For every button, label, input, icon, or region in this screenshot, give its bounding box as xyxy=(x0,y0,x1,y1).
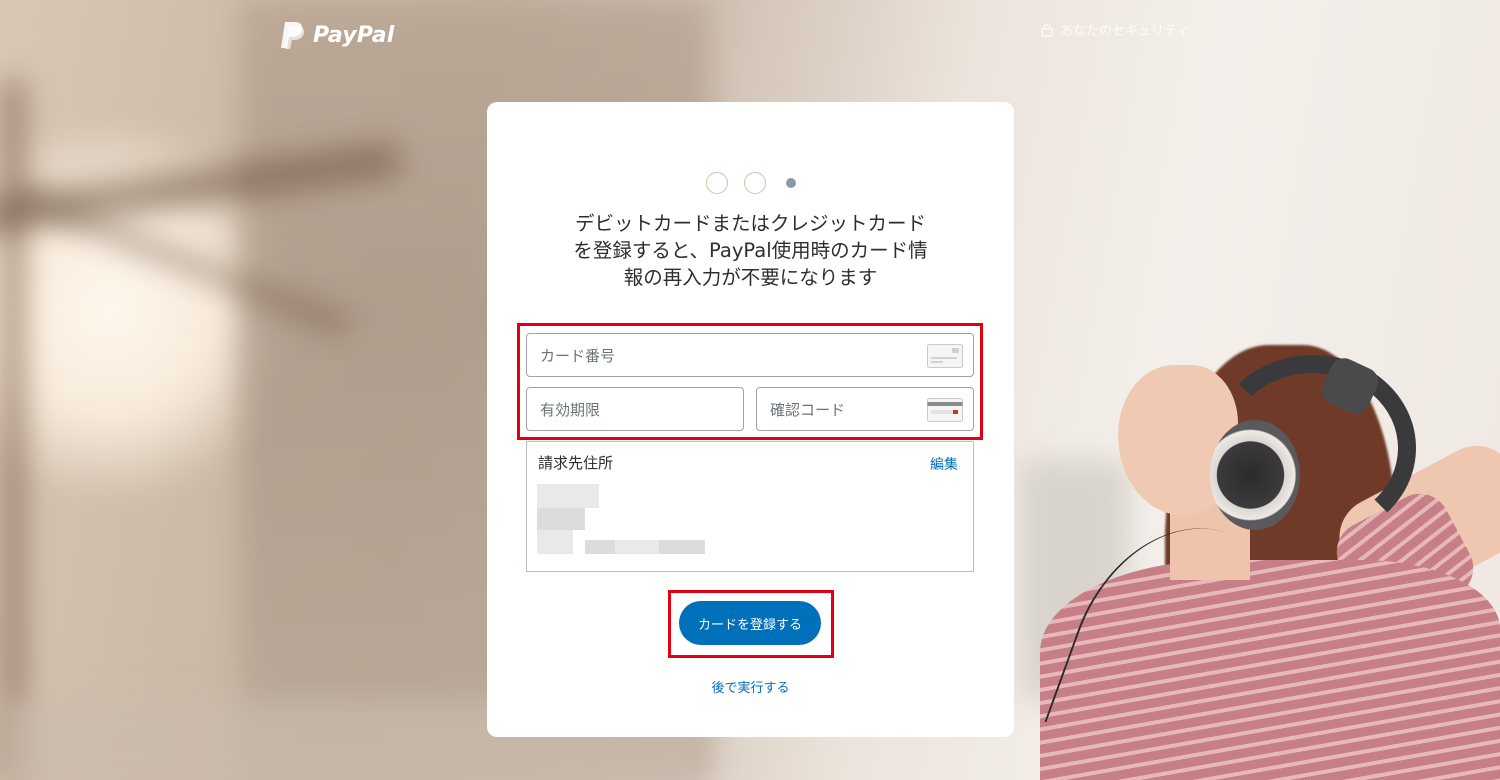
lock-icon xyxy=(1041,23,1053,37)
redacted-address xyxy=(689,540,705,554)
paypal-logo-icon xyxy=(281,22,305,49)
card-number-input[interactable]: カード番号 xyxy=(526,333,974,377)
expiry-placeholder: 有効期限 xyxy=(540,400,601,419)
skip-link: 後で実行する xyxy=(487,677,1014,696)
add-card-panel: デビットカードまたはクレジットカード を登録すると、PayPal使用時のカード情… xyxy=(487,102,1014,737)
billing-address-title: 請求先住所 xyxy=(538,454,614,472)
security-label: あなたのセキュリティ xyxy=(1060,24,1190,39)
redacted-address xyxy=(615,540,659,554)
redacted-address xyxy=(537,530,573,554)
add-card-button[interactable]: カードを登録する xyxy=(679,601,821,645)
page-title: デビットカードまたはクレジットカード を登録すると、PayPal使用時のカード情… xyxy=(547,210,954,291)
step-dot xyxy=(705,172,728,194)
credit-card-front-icon xyxy=(927,344,963,368)
card-number-placeholder: カード番号 xyxy=(540,346,616,365)
brand-name: PayPal xyxy=(313,22,395,48)
redacted-address xyxy=(537,484,599,508)
security-link[interactable]: あなたのセキュリティ xyxy=(1040,20,1189,39)
do-later-link[interactable]: 後で実行する xyxy=(711,681,789,696)
page: PayPal あなたのセキュリティ デビットカードまたはクレジットカード を登録… xyxy=(0,0,1500,780)
billing-address-box: 請求先住所 編集 xyxy=(526,441,974,572)
edit-address-link[interactable]: 編集 xyxy=(930,454,958,474)
redacted-address xyxy=(659,540,689,554)
title-line: デビットカードまたはクレジットカード xyxy=(574,212,926,235)
security-code-placeholder: 確認コード xyxy=(770,400,846,419)
redacted-address xyxy=(585,540,615,554)
step-dot xyxy=(743,172,766,194)
redacted-address xyxy=(537,508,585,530)
step-indicator xyxy=(487,172,1014,194)
paypal-logo[interactable]: PayPal xyxy=(279,20,395,50)
headphones-earcup xyxy=(1210,420,1300,530)
title-line: 報の再入力が不要になります xyxy=(623,266,878,289)
expiry-date-input[interactable]: 有効期限 xyxy=(526,387,744,431)
step-dot-current xyxy=(785,178,796,188)
credit-card-back-icon xyxy=(927,398,963,422)
security-code-input[interactable]: 確認コード xyxy=(756,387,974,431)
title-line: を登録すると、PayPal使用時のカード情 xyxy=(573,239,928,262)
